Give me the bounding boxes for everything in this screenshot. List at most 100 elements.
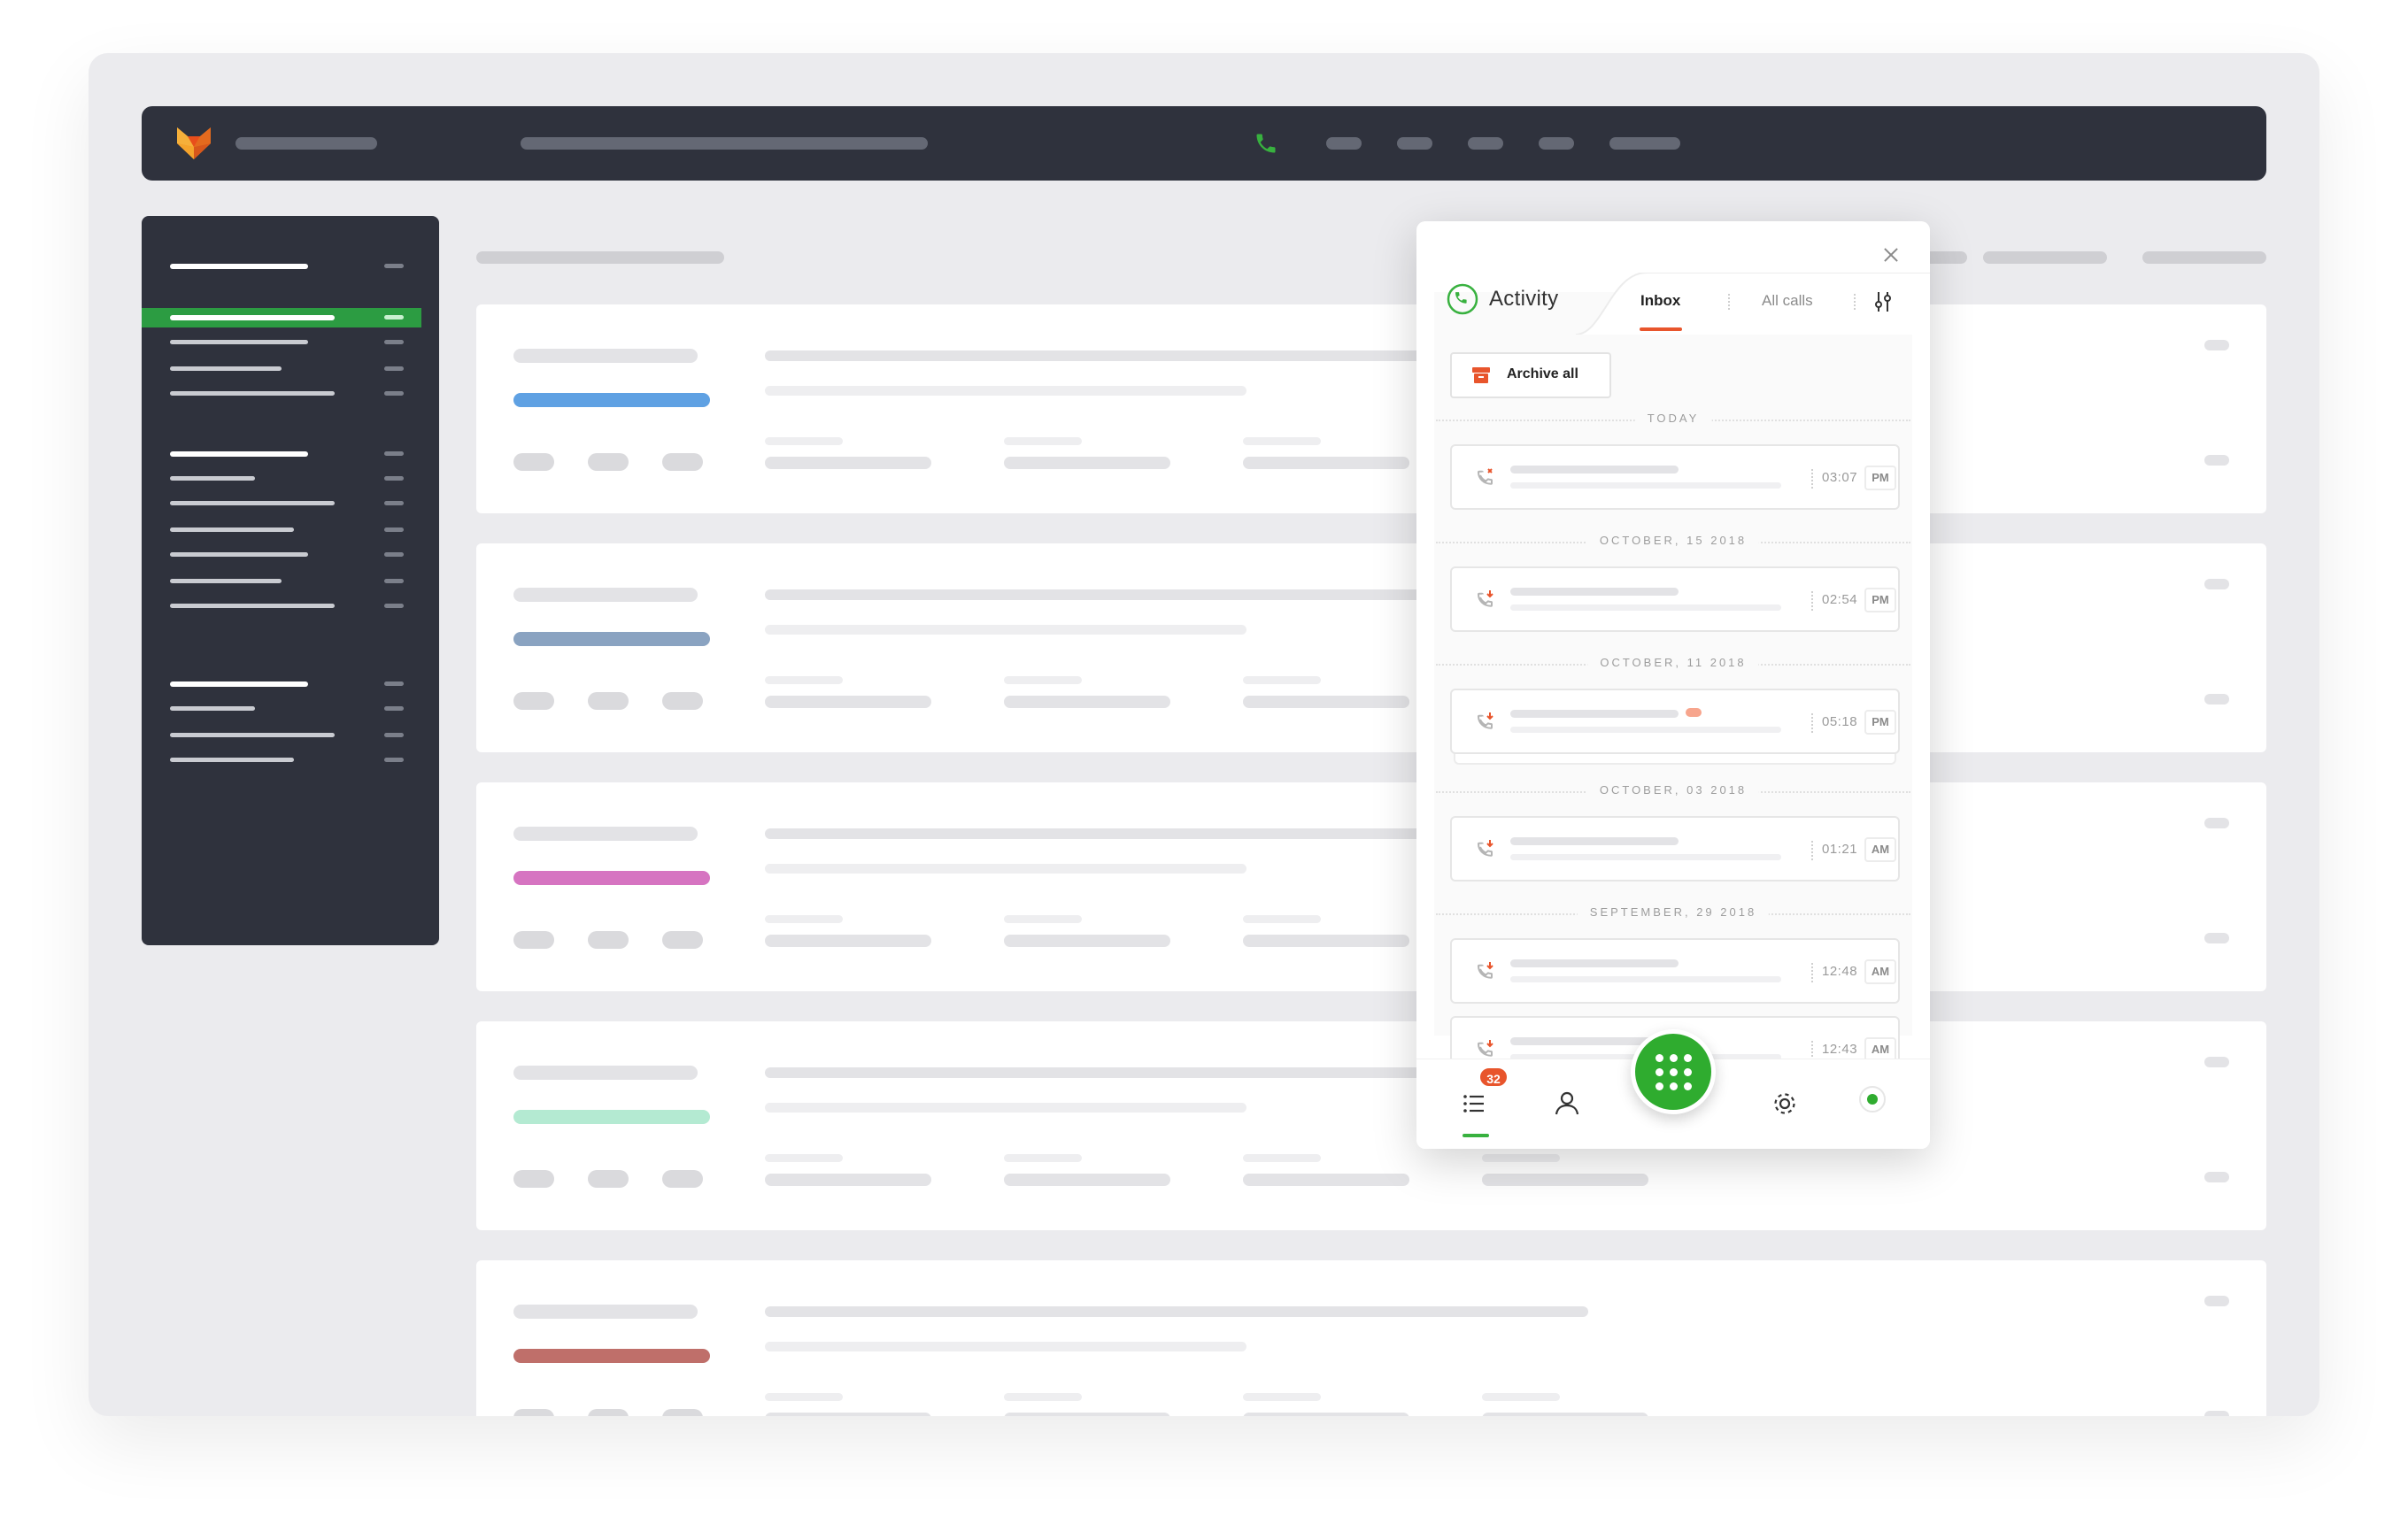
search-bar-placeholder[interactable] <box>521 137 928 150</box>
call-entry[interactable]: 12:48 AM <box>1450 938 1900 1004</box>
tab-divider <box>1728 294 1730 310</box>
sidebar-heading <box>170 264 308 269</box>
sidebar-item[interactable] <box>170 501 335 505</box>
sidebar-item[interactable] <box>170 315 335 320</box>
card-action-placeholder[interactable] <box>2204 933 2229 943</box>
call-time: 12:43 <box>1822 1042 1858 1057</box>
card-menu-placeholder[interactable] <box>2204 1057 2229 1067</box>
card-tag <box>588 1170 629 1188</box>
call-time: 12:48 <box>1822 964 1858 979</box>
caller-placeholder <box>1510 710 1679 718</box>
card-action-placeholder[interactable] <box>2204 455 2229 466</box>
sidebar-item[interactable] <box>170 604 335 608</box>
sidebar-item[interactable] <box>170 733 335 737</box>
sidebar-item[interactable] <box>170 758 294 762</box>
card-action-placeholder[interactable] <box>2204 694 2229 705</box>
archive-box-icon <box>1472 367 1490 383</box>
sidebar-item[interactable] <box>170 706 255 711</box>
sidebar-item[interactable] <box>170 527 294 532</box>
sidebar-item[interactable] <box>170 476 255 481</box>
card-menu-placeholder[interactable] <box>2204 340 2229 350</box>
call-entry[interactable]: 05:18 PM <box>1450 689 1900 754</box>
incoming-call-icon <box>1477 962 1493 979</box>
call-entry[interactable]: 01:21 AM <box>1450 816 1900 882</box>
call-detail-placeholder <box>1510 604 1781 611</box>
sliders-icon[interactable] <box>1870 289 1896 315</box>
top-navbar <box>142 106 2266 181</box>
record-card[interactable] <box>476 304 2266 513</box>
bottom-nav: 32 <box>1416 1029 1930 1149</box>
dialpad-icon[interactable] <box>1631 1029 1716 1114</box>
date-separator: OCTOBER, 11 2018 <box>1436 655 1910 673</box>
content-action-placeholder[interactable] <box>2142 251 2266 264</box>
card-tag <box>662 931 703 949</box>
card-menu-placeholder[interactable] <box>2204 818 2229 828</box>
card-menu-placeholder[interactable] <box>2204 579 2229 589</box>
record-card[interactable] <box>476 1021 2266 1230</box>
card-meta-label <box>1243 1393 1321 1401</box>
card-meta-value <box>765 457 931 469</box>
caller-placeholder <box>1510 837 1679 845</box>
close-icon[interactable] <box>1880 244 1902 266</box>
record-card[interactable] <box>476 782 2266 991</box>
content-action-placeholder[interactable] <box>1983 251 2107 264</box>
card-status-bar <box>513 871 710 885</box>
date-separator: SEPTEMBER, 29 2018 <box>1436 905 1910 922</box>
card-meta-value <box>765 935 931 947</box>
sidebar-item[interactable] <box>170 340 308 344</box>
nav-item-placeholder[interactable] <box>1468 137 1503 150</box>
card-meta-value <box>1004 457 1170 469</box>
tab-inbox[interactable]: Inbox <box>1640 292 1680 310</box>
status-online-indicator[interactable] <box>1859 1086 1886 1113</box>
incoming-call-icon <box>1477 590 1493 607</box>
date-separator: OCTOBER, 03 2018 <box>1436 782 1910 800</box>
card-meta-value <box>1004 935 1170 947</box>
fox-logo-icon[interactable] <box>174 122 214 163</box>
nav-item-placeholder[interactable] <box>1539 137 1574 150</box>
card-meta-label <box>1482 1154 1560 1162</box>
phone-icon[interactable] <box>1254 131 1278 156</box>
card-action-placeholder[interactable] <box>2204 1411 2229 1416</box>
record-card[interactable] <box>476 543 2266 752</box>
call-ampm: PM <box>1864 710 1896 735</box>
activity-popup: Activity Inbox All calls Archive all TOD… <box>1416 221 1930 1149</box>
tab-all-calls[interactable]: All calls <box>1762 292 1813 310</box>
nav-item-placeholder[interactable] <box>1609 137 1680 150</box>
call-detail-placeholder <box>1510 854 1781 860</box>
card-tag <box>662 692 703 710</box>
call-entry[interactable]: 02:54 PM <box>1450 566 1900 632</box>
missed-call-icon <box>1477 468 1493 485</box>
tag-dot <box>1686 708 1702 717</box>
tab-divider <box>1854 294 1856 310</box>
card-tag <box>662 1170 703 1188</box>
sidebar <box>142 216 439 945</box>
sidebar-item[interactable] <box>170 552 308 557</box>
list-icon[interactable] <box>1457 1086 1493 1121</box>
archive-all-button[interactable]: Archive all <box>1450 352 1611 398</box>
content-title-placeholder <box>476 251 724 264</box>
record-card[interactable] <box>476 1260 2266 1416</box>
card-menu-placeholder[interactable] <box>2204 1296 2229 1306</box>
gear-icon[interactable] <box>1767 1086 1802 1121</box>
card-tag <box>588 931 629 949</box>
user-icon[interactable] <box>1549 1086 1585 1121</box>
card-text-placeholder <box>765 1342 1246 1351</box>
date-separator: TODAY <box>1436 411 1910 428</box>
sidebar-item[interactable] <box>170 366 282 371</box>
card-meta-value <box>765 1174 931 1186</box>
card-meta-value <box>1004 1174 1170 1186</box>
card-meta-label <box>1243 437 1321 445</box>
card-meta-label <box>765 676 843 684</box>
call-entry[interactable]: 03:07 PM <box>1450 444 1900 510</box>
sidebar-item[interactable] <box>170 579 282 583</box>
call-ampm: AM <box>1864 837 1896 862</box>
card-title-placeholder <box>513 1305 698 1319</box>
sidebar-item[interactable] <box>170 391 335 396</box>
card-text-placeholder <box>765 1103 1246 1113</box>
card-action-placeholder[interactable] <box>2204 1172 2229 1182</box>
nav-item-placeholder[interactable] <box>1397 137 1432 150</box>
call-detail-placeholder <box>1510 482 1781 489</box>
nav-item-placeholder[interactable] <box>1326 137 1362 150</box>
card-tag <box>513 1170 554 1188</box>
archive-all-label: Archive all <box>1507 366 1578 381</box>
